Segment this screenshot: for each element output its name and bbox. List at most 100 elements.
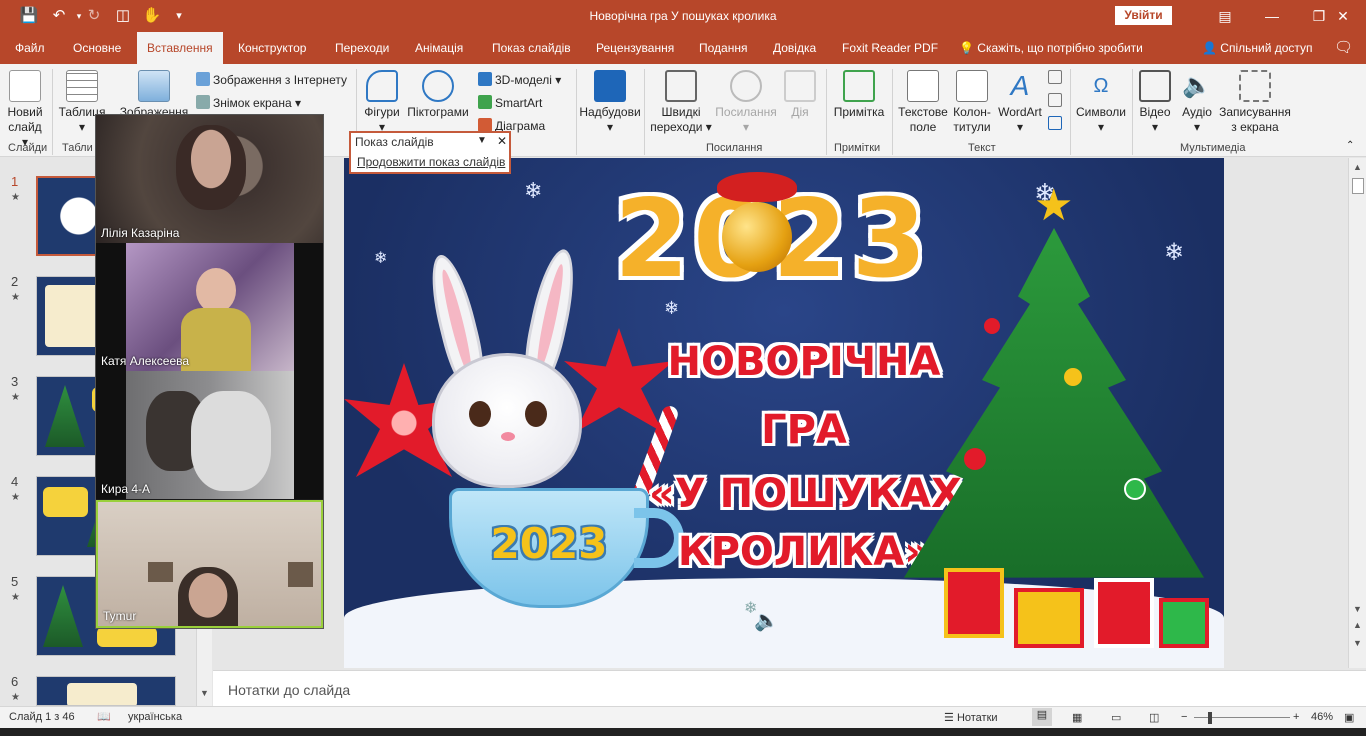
zoom-out-icon[interactable]: −	[1181, 711, 1187, 723]
notes-toggle-button[interactable]: ☰ Нотатки	[944, 711, 998, 724]
object-icon[interactable]	[1048, 116, 1065, 131]
zoom-slider-thumb[interactable]	[1208, 712, 1212, 724]
slideshow-view-icon[interactable]: ◫	[1149, 711, 1159, 724]
participant-video-tile-active[interactable]: Tymur	[96, 500, 323, 628]
audio-button[interactable]: 🔈 Аудіо ▾	[1176, 70, 1218, 135]
new-slide-button[interactable]: Новий слайд ▾	[4, 70, 46, 150]
links-label-2: ▾	[742, 120, 750, 134]
participant-video-tile[interactable]: Катя Алексеева	[96, 243, 323, 371]
wordart-button[interactable]: A WordArt ▾	[996, 70, 1044, 135]
screen-recording-button[interactable]: Записування з екрана	[1218, 70, 1292, 135]
minimize-icon[interactable]: —	[1249, 4, 1295, 28]
images-button[interactable]: Зображення	[118, 70, 190, 120]
links-button[interactable]: Посилання ▾	[712, 70, 780, 135]
3d-models-button[interactable]: 3D-моделі ▾	[478, 72, 561, 87]
participant-video-tile[interactable]: Лілія Казаріна	[96, 115, 323, 243]
zoom-level[interactable]: 46%	[1311, 711, 1333, 723]
addins-icon	[594, 70, 626, 102]
tab-view[interactable]: Подання	[699, 32, 747, 64]
fit-slide-icon[interactable]: ▣	[1344, 711, 1354, 724]
share-button[interactable]: 👤 Спільний доступ	[1202, 32, 1313, 64]
header-footer-button[interactable]: Колон-титули	[950, 70, 994, 135]
slide-sorter-icon[interactable]: ▦	[1072, 711, 1082, 724]
object-box-icon	[1048, 116, 1062, 130]
group-tables-label: Табли	[62, 142, 93, 154]
tab-insert[interactable]: Вставлення	[137, 32, 223, 64]
icons-button[interactable]: Піктограми	[404, 70, 472, 120]
scroll-down-icon[interactable]: ▼	[1353, 604, 1362, 614]
scroll-thumb[interactable]	[1352, 178, 1364, 194]
share-icon: 👤	[1202, 41, 1217, 55]
smartart-label: SmartArt	[495, 96, 543, 110]
ribbon-display-options-icon[interactable]: ▤	[1202, 4, 1248, 28]
thumbnail-number: 4	[11, 474, 19, 489]
tell-me-search[interactable]: 💡 Скажіть, що потрібно зробити	[959, 32, 1143, 64]
tab-slideshow[interactable]: Показ слайдів	[492, 32, 571, 64]
addins-label-2: ▾	[606, 120, 614, 134]
links-label: Посилання	[715, 105, 777, 119]
smartart-button[interactable]: SmartArt	[478, 95, 542, 110]
notes-pane[interactable]: Нотатки до слайда	[213, 670, 1366, 706]
comment-button[interactable]: Примітка	[830, 70, 888, 120]
screen-recording-icon	[1239, 70, 1271, 102]
close-icon[interactable]: ✕	[1320, 4, 1366, 28]
snowflake-icon: ❄	[374, 250, 388, 267]
participant-face	[176, 125, 246, 210]
tab-help[interactable]: Довідка	[773, 32, 816, 64]
tab-foxit[interactable]: Foxit Reader PDF	[842, 32, 938, 64]
shapes-label: Фігури	[364, 105, 400, 119]
tab-file[interactable]: Файл	[15, 32, 45, 64]
ribbon-tabs: Файл Основне Вставлення Конструктор Пере…	[0, 32, 1366, 64]
calendar-icon	[1048, 70, 1062, 84]
addins-button[interactable]: Надбудови ▾	[578, 70, 642, 135]
popup-close-icon[interactable]: ✕	[497, 134, 507, 148]
scroll-up-icon[interactable]: ▲	[1353, 162, 1362, 172]
tab-home[interactable]: Основне	[73, 32, 121, 64]
comments-icon[interactable]: 🗨	[1334, 32, 1353, 64]
textbox-button[interactable]: Текстове поле	[896, 70, 950, 135]
tab-design[interactable]: Конструктор	[238, 32, 306, 64]
screen-recording-label: Записування	[1219, 105, 1291, 119]
slide-thumbnail-6[interactable]	[36, 676, 176, 706]
audio-speaker-icon[interactable]: 🔈	[754, 608, 779, 633]
animation-star-icon: ★	[11, 592, 20, 603]
symbols-button[interactable]: Ω Символи ▾	[1072, 70, 1130, 135]
slide-scrollbar[interactable]: ▲ ▼ ▲ ▼	[1348, 158, 1366, 668]
previous-slide-icon[interactable]: ▲	[1353, 620, 1362, 630]
gift-box-icon	[1014, 588, 1084, 648]
tab-animations[interactable]: Анімація	[415, 32, 463, 64]
tab-review[interactable]: Рецензування	[596, 32, 674, 64]
normal-view-icon[interactable]: ▤	[1032, 708, 1052, 726]
video-button[interactable]: Відео ▾	[1134, 70, 1176, 135]
spellcheck-icon[interactable]: 📖	[97, 710, 111, 723]
next-slide-icon[interactable]: ▼	[1353, 638, 1362, 648]
continue-slideshow-link[interactable]: Продовжити показ слайдів	[357, 155, 505, 169]
gift-box-icon	[1094, 578, 1154, 648]
screenshot-button[interactable]: Знімок екрана ▾	[196, 95, 301, 110]
separator	[52, 69, 53, 155]
audio-label: Аудіо	[1182, 105, 1212, 119]
thumbnail-number: 6	[11, 674, 19, 689]
sign-in-button[interactable]: Увійти	[1115, 6, 1172, 25]
date-time-icon[interactable]	[1048, 70, 1065, 85]
collapse-ribbon-icon[interactable]: ⌃	[1346, 140, 1354, 151]
group-links-label: Посилання	[706, 142, 763, 154]
ornament-ball-icon	[722, 202, 792, 272]
language-label[interactable]: українська	[128, 711, 182, 723]
participant-video-tile[interactable]: Кира 4-А	[96, 371, 323, 499]
shapes-button[interactable]: Фігури ▾	[360, 70, 404, 135]
online-pictures-button[interactable]: Зображення з Інтернету	[196, 72, 347, 87]
quick-transitions-button[interactable]: Швидкі переходи ▾	[648, 70, 714, 135]
slide-number-icon[interactable]	[1048, 93, 1065, 108]
bunny-eye-icon	[469, 401, 491, 427]
textbox-label-2: поле	[909, 120, 937, 134]
popup-dropdown-icon[interactable]: ▼	[477, 135, 487, 146]
separator	[1070, 69, 1071, 155]
action-button[interactable]: Дія	[782, 70, 818, 120]
zoom-in-icon[interactable]: +	[1293, 711, 1299, 723]
reading-view-icon[interactable]: ▭	[1111, 711, 1121, 724]
scroll-down-icon[interactable]: ▼	[200, 688, 209, 698]
tab-transitions[interactable]: Переходи	[335, 32, 389, 64]
status-bar: Слайд 1 з 46 📖 українська ☰ Нотатки ▤ ▦ …	[0, 706, 1366, 728]
slide-canvas[interactable]: ❄ ❄ ❄ ❄ ❄ ❄ ❄ 2023 2023 НОВ	[344, 158, 1224, 668]
